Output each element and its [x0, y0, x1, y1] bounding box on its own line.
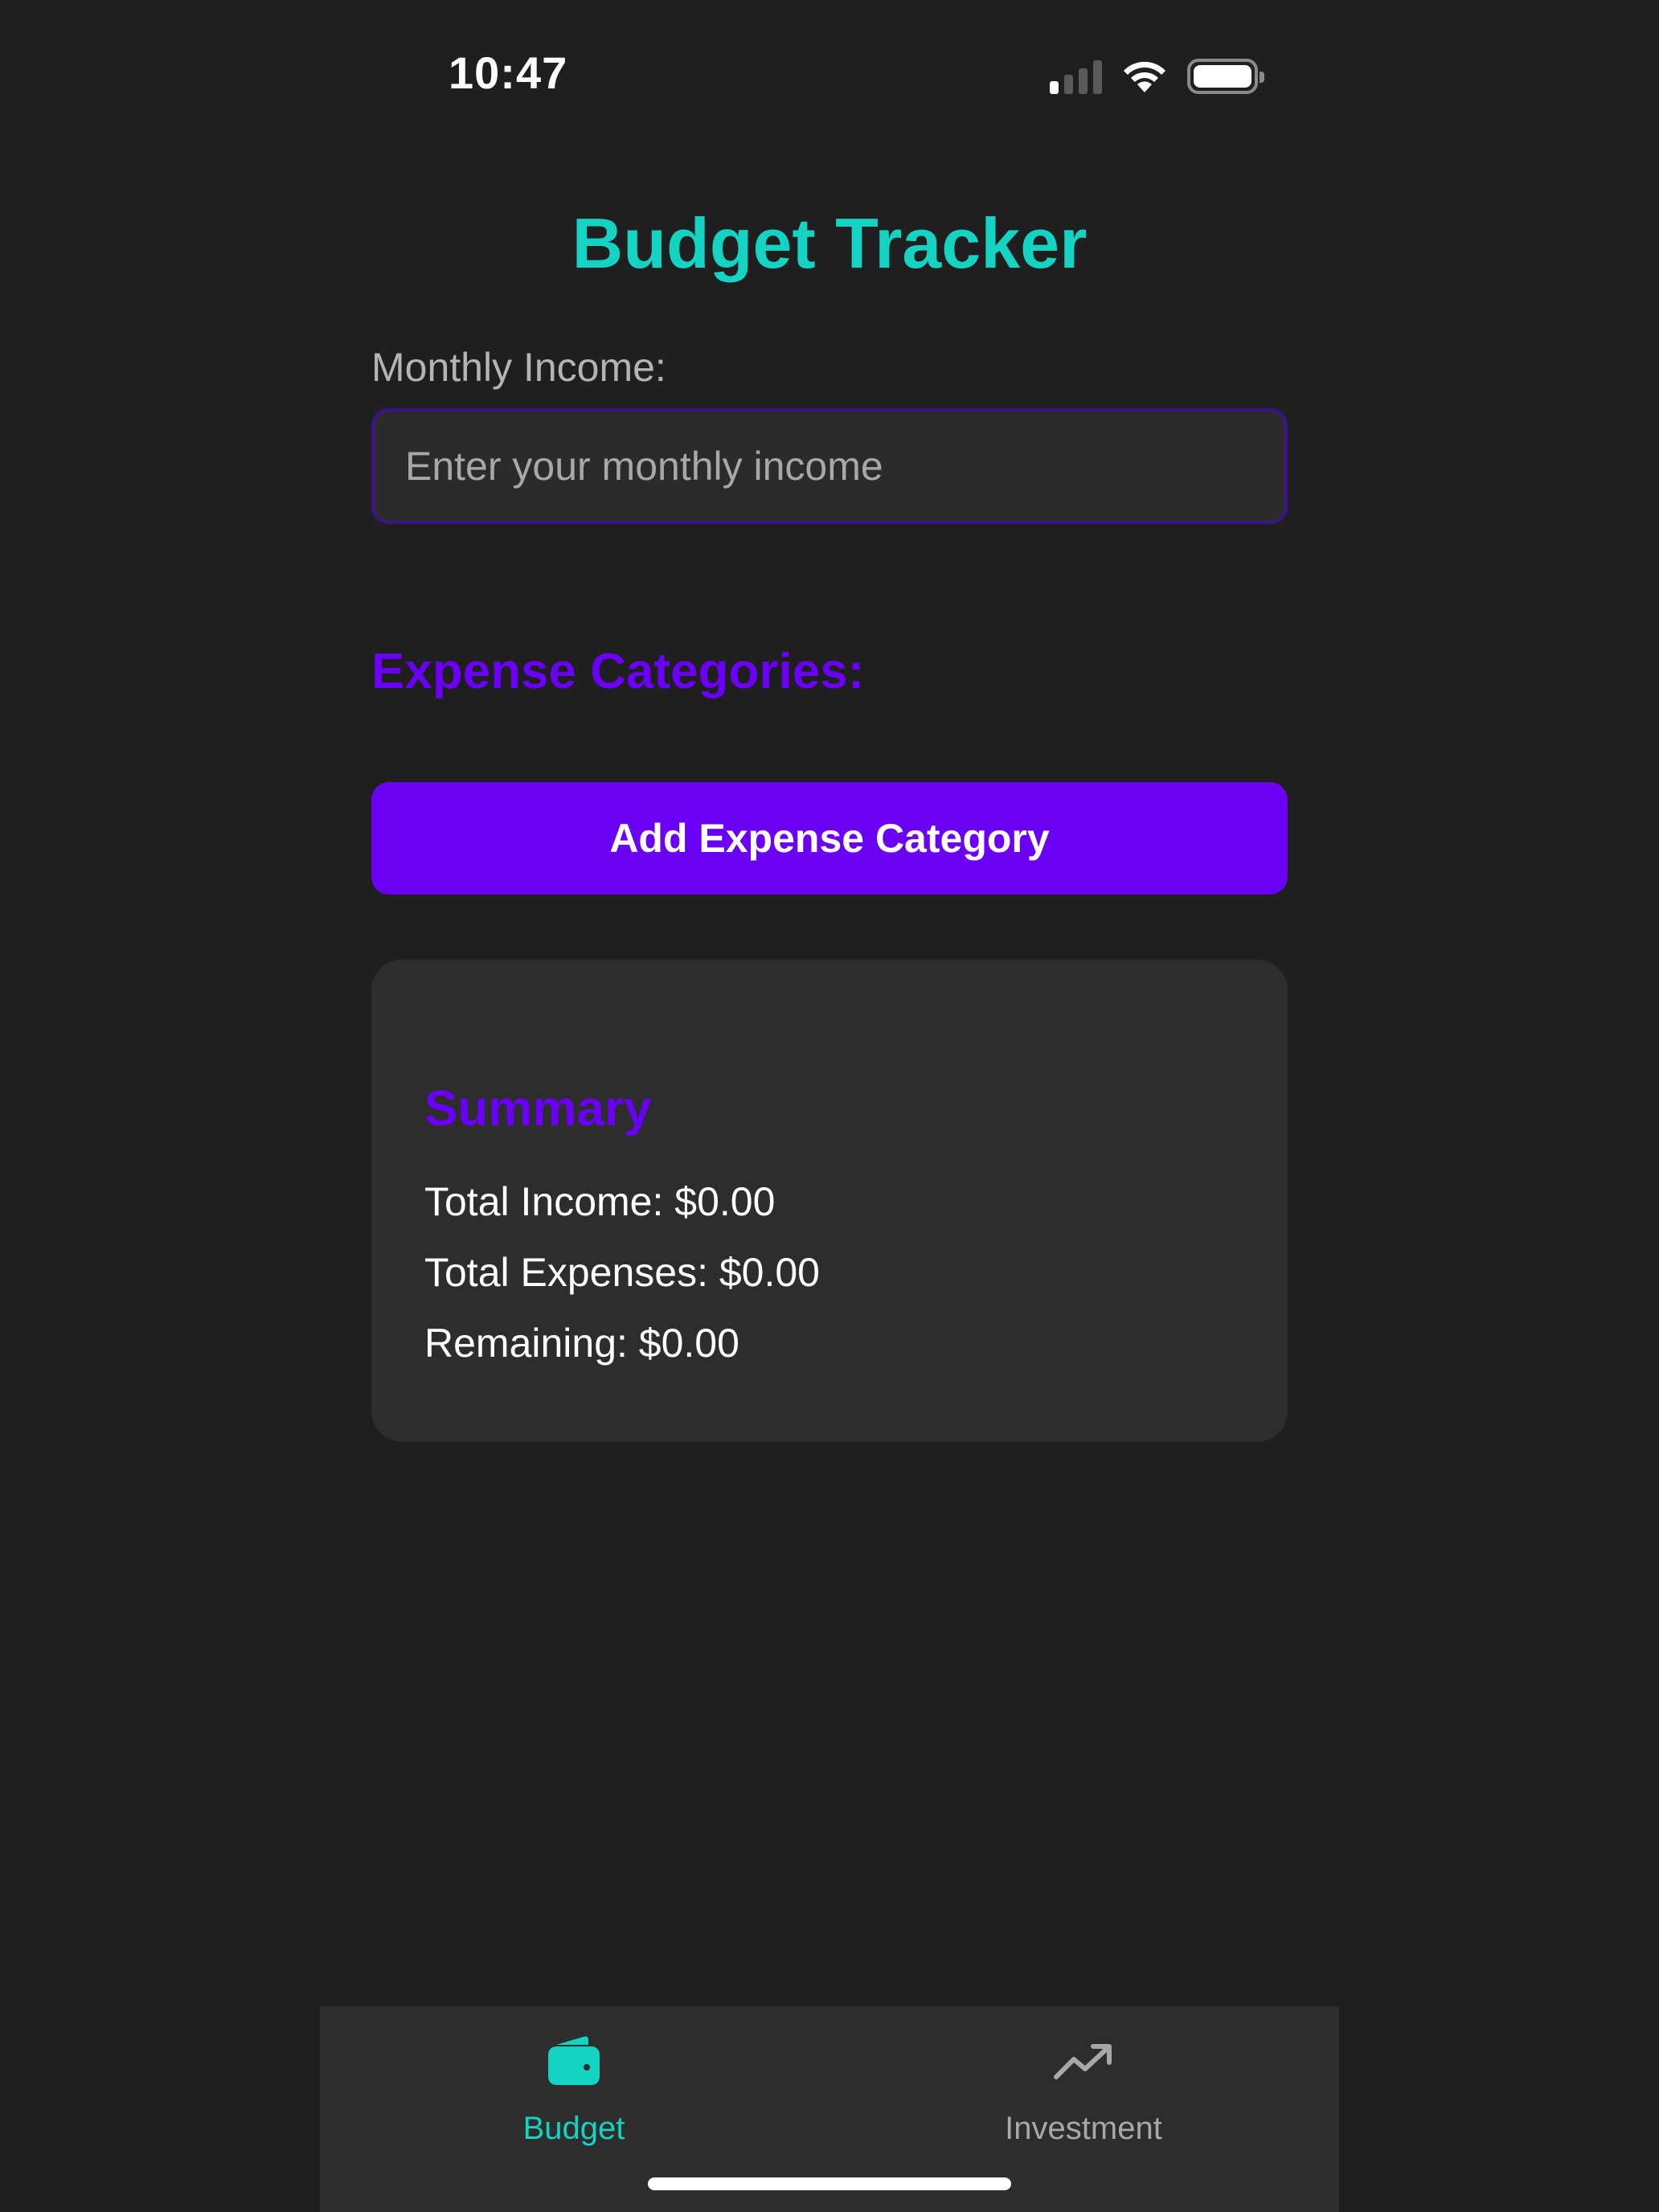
- remaining-text: Remaining: $0.00: [424, 1321, 739, 1366]
- wallet-icon: [548, 2036, 600, 2085]
- total-expenses-text: Total Expenses: $0.00: [424, 1250, 820, 1295]
- status-time: 10:47: [449, 47, 568, 98]
- tab-investment[interactable]: Investment: [939, 2030, 1228, 2147]
- battery-icon: [1187, 59, 1264, 94]
- home-indicator: [648, 2177, 1011, 2190]
- tab-budget-label: Budget: [522, 2111, 625, 2146]
- income-label: Monthly Income:: [371, 345, 666, 390]
- add-expense-category-button[interactable]: Add Expense Category: [371, 782, 1288, 895]
- status-icons: [1050, 56, 1264, 96]
- cellular-signal-icon: [1050, 59, 1102, 94]
- tab-budget[interactable]: Budget: [429, 2030, 719, 2147]
- total-income-text: Total Income: $0.00: [424, 1179, 776, 1224]
- app-screen: 10:47 Budget Tracker Monthly Income: Exp…: [0, 0, 1659, 2212]
- tab-investment-label: Investment: [1005, 2111, 1162, 2146]
- monthly-income-input[interactable]: [371, 408, 1288, 524]
- wifi-icon: [1124, 61, 1165, 92]
- summary-title: Summary: [424, 1081, 652, 1137]
- page-title: Budget Tracker: [571, 203, 1088, 283]
- summary-card: Summary Total Income: $0.00 Total Expens…: [371, 960, 1288, 1442]
- expense-categories-heading: Expense Categories:: [371, 644, 865, 699]
- trending-up-icon: [1054, 2044, 1112, 2079]
